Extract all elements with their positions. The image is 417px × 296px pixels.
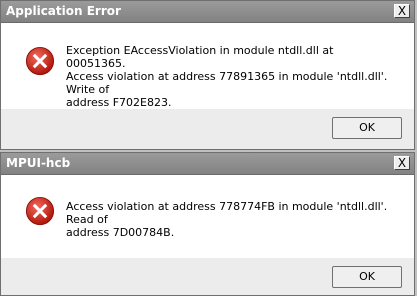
- dialog-title: Application Error: [6, 4, 121, 18]
- dialog-body: Access violation at address 778774FB in …: [1, 175, 414, 258]
- close-button[interactable]: X: [394, 4, 410, 18]
- application-error-dialog: Application Error X Exception EAccessVio…: [0, 0, 415, 150]
- dialog-footer: OK: [1, 109, 414, 149]
- ok-button[interactable]: OK: [332, 117, 402, 139]
- dialog-body: Exception EAccessViolation in module ntd…: [1, 23, 414, 109]
- error-icon: [25, 46, 55, 76]
- ok-button[interactable]: OK: [332, 266, 402, 288]
- dialog-footer: OK: [1, 258, 414, 295]
- close-button[interactable]: X: [394, 156, 410, 170]
- mpui-error-dialog: MPUI-hcb X Access violation at address 7…: [0, 152, 415, 296]
- title-bar[interactable]: Application Error X: [1, 1, 414, 23]
- error-icon: [25, 196, 55, 226]
- dialog-title: MPUI-hcb: [6, 156, 71, 170]
- error-message: Exception EAccessViolation in module ntd…: [66, 44, 388, 109]
- title-bar[interactable]: MPUI-hcb X: [1, 153, 414, 175]
- error-message: Access violation at address 778774FB in …: [66, 200, 388, 239]
